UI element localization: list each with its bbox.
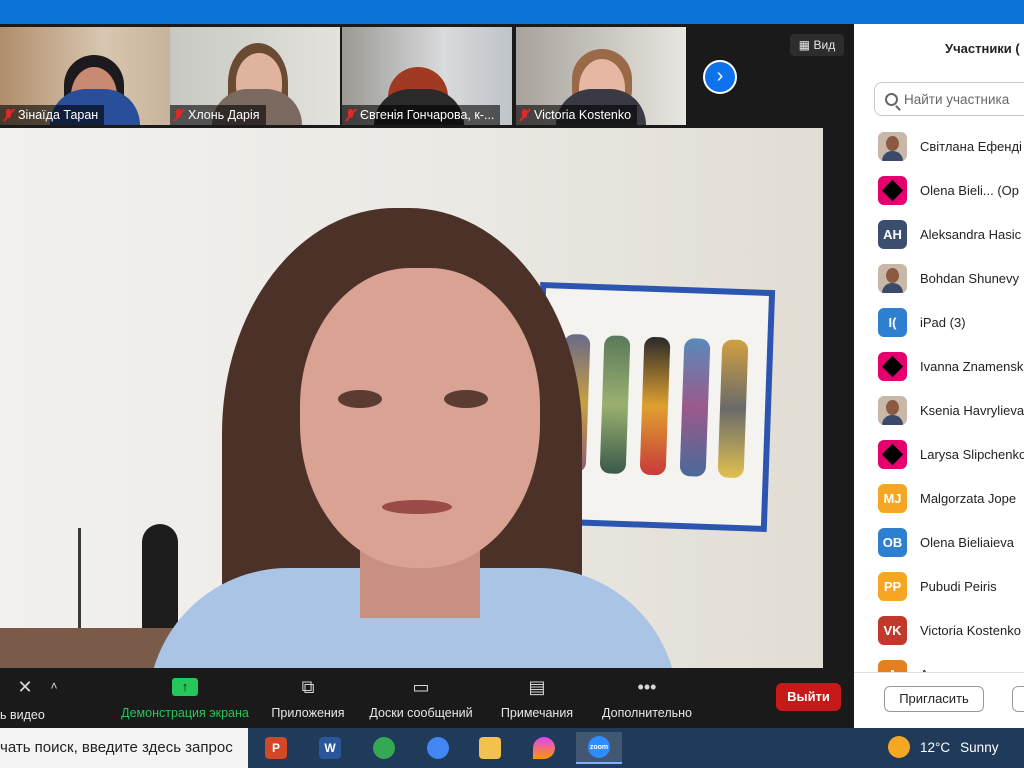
participant-row[interactable]: PP Pubudi Peiris: [854, 564, 1024, 608]
participant-avatar: MJ: [878, 483, 907, 513]
taskbar-search[interactable]: чать поиск, введите здесь запрос: [0, 728, 248, 768]
participant-avatar: VK: [878, 615, 907, 645]
participant-name: Olena Bieliaieva: [920, 534, 1014, 550]
participant-avatar: [878, 175, 907, 205]
participant-name: Larysa Slipchenko: [920, 446, 1024, 462]
participant-row[interactable]: Larysa Slipchenko: [854, 432, 1024, 476]
taskbar-chrome-profile[interactable]: [418, 732, 458, 764]
taskbar-paint[interactable]: [524, 732, 564, 764]
taskbar-word[interactable]: W: [310, 732, 350, 764]
participant-avatar: [878, 395, 907, 425]
participant-name: iPad (3): [920, 314, 966, 330]
participant-avatar: I(: [878, 307, 907, 337]
participant-name: Malgorzata Jope: [920, 490, 1017, 506]
tile-name: Victoria Kostenko: [516, 105, 638, 125]
participant-row[interactable]: Світлана Ефенді: [854, 124, 1024, 168]
apps-icon: ⧉: [301, 676, 315, 697]
search-icon: [885, 92, 898, 106]
participant-avatar: [878, 263, 907, 293]
sun-icon: [888, 736, 910, 758]
chrome-icon: [373, 737, 395, 759]
participant-row[interactable]: OB Olena Bieliaieva: [854, 520, 1024, 564]
participant-row[interactable]: Ivanna Znamensk: [854, 344, 1024, 388]
mic-muted-icon: [173, 108, 185, 122]
participant-avatar: AH: [878, 219, 907, 249]
taskbar-chrome[interactable]: [364, 732, 404, 764]
participant-name: Victoria Kostenko: [920, 622, 1021, 638]
participant-avatar: [878, 131, 907, 161]
panel-more-button[interactable]: [1012, 686, 1024, 712]
participant-row[interactable]: Bohdan Shunevy: [854, 256, 1024, 300]
participant-avatar: OB: [878, 527, 907, 557]
participant-row[interactable]: VK Victoria Kostenko: [854, 608, 1024, 652]
participant-name: Pubudi Peiris: [920, 578, 997, 594]
mic-muted-icon: [519, 108, 531, 122]
tile-name: Євгенія Гончарова, к-...: [342, 105, 501, 125]
mic-muted-icon: [3, 108, 15, 122]
leave-meeting-button[interactable]: Выйти: [776, 683, 841, 711]
participant-search[interactable]: [874, 82, 1024, 116]
video-camera-icon: ✕: [17, 676, 33, 697]
participant-name: Olena Bieli... (Op: [920, 182, 1019, 198]
view-button[interactable]: ▦ Вид: [790, 34, 844, 56]
whiteboards-button[interactable]: ▭ Доски сообщений: [364, 674, 478, 721]
window-title-bar: [0, 0, 1024, 24]
tile-name: Зінаїда Таран: [0, 105, 105, 125]
participant-row[interactable]: I( iPad (3): [854, 300, 1024, 344]
participant-name: Bohdan Shunevy: [920, 270, 1020, 286]
stop-video-button[interactable]: ✕ ь видео: [0, 674, 50, 723]
participant-row[interactable]: Ksenia Havrylieva: [854, 388, 1024, 432]
video-tile[interactable]: Хлонь Дарія: [170, 27, 340, 125]
invite-button[interactable]: Пригласить: [884, 686, 984, 712]
grid-icon: ▦: [798, 38, 811, 52]
active-speaker-video: [0, 128, 823, 668]
powerpoint-icon: P: [265, 737, 287, 759]
video-tile[interactable]: Євгенія Гончарова, к-...: [342, 27, 512, 125]
participant-avatar: [878, 439, 907, 469]
share-screen-button[interactable]: ↑ Демонстрация экрана: [116, 674, 254, 720]
apps-button[interactable]: ⧉ Приложения: [266, 674, 350, 721]
participant-avatar: [878, 351, 907, 381]
notes-icon: ▤: [528, 676, 546, 697]
tile-name: Хлонь Дарія: [170, 105, 266, 125]
participant-name: Світлана Ефенді: [920, 138, 1022, 154]
video-options-caret[interactable]: ˄: [44, 678, 64, 694]
paint-drop-icon: [533, 737, 555, 759]
meeting-toolbar: ✕ ь видео ˄ ↑ Демонстрация экрана ⧉ Прил…: [0, 668, 854, 728]
notes-button[interactable]: ▤ Примечания: [496, 674, 578, 721]
whiteboard-icon: ▭: [412, 676, 430, 697]
taskbar-explorer[interactable]: [470, 732, 510, 764]
caret-up-icon: ˄: [50, 679, 58, 693]
taskbar-zoom[interactable]: zoom: [576, 732, 622, 764]
weather-widget[interactable]: 12°C Sunny: [888, 736, 998, 758]
taskbar-powerpoint[interactable]: P: [256, 732, 296, 764]
participant-name: Ksenia Havrylieva: [920, 402, 1024, 418]
video-stage: Зінаїда Таран Хлонь Дарія Євгенія Гончар…: [0, 24, 854, 668]
participant-row[interactable]: AH Aleksandra Hasic: [854, 212, 1024, 256]
share-arrow-icon: ↑: [172, 678, 198, 696]
video-tile[interactable]: Зінаїда Таран: [0, 27, 170, 125]
windows-taskbar: чать поиск, введите здесь запрос P W zoo…: [0, 728, 1024, 768]
mic-muted-icon: [345, 108, 357, 122]
more-button[interactable]: ••• Дополнительно: [596, 674, 698, 721]
participant-avatar: PP: [878, 571, 907, 601]
search-input[interactable]: [904, 91, 1024, 107]
participant-row[interactable]: Olena Bieli... (Op: [854, 168, 1024, 212]
folder-icon: [479, 737, 501, 759]
zoom-icon: zoom: [588, 736, 610, 758]
next-page-button[interactable]: ›: [703, 60, 737, 94]
chrome-icon: [427, 737, 449, 759]
word-icon: W: [319, 737, 341, 759]
panel-title: Участники (: [945, 41, 1020, 56]
more-dots-icon: •••: [637, 676, 657, 697]
chevron-right-icon: ›: [716, 65, 724, 87]
video-tile[interactable]: Victoria Kostenko: [516, 27, 686, 125]
participant-name: Aleksandra Hasic: [920, 226, 1022, 242]
participant-name: Ivanna Znamensk: [920, 358, 1024, 374]
participants-panel: Участники ( Світлана Ефенді Olena Bieli..…: [854, 24, 1024, 728]
participant-row[interactable]: MJ Malgorzata Jope: [854, 476, 1024, 520]
panel-footer: Пригласить: [854, 672, 1024, 728]
